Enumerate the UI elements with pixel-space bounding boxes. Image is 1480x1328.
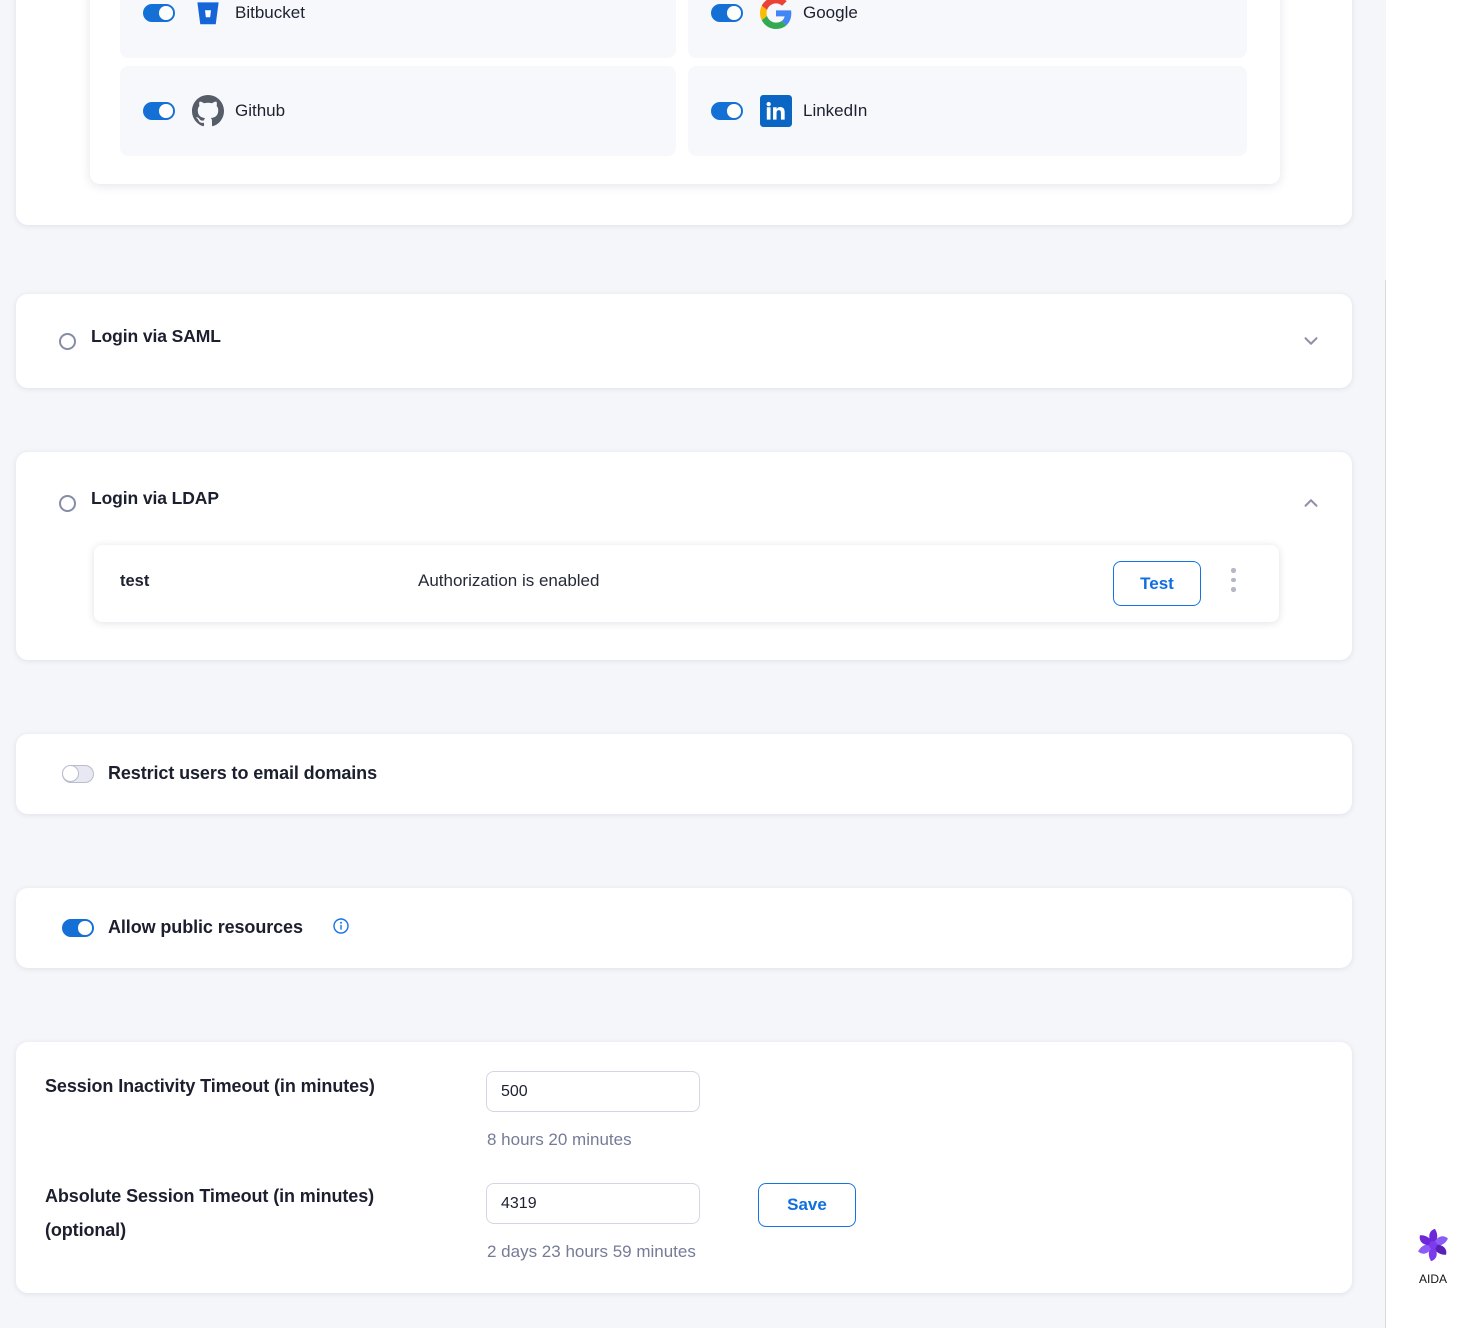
- aida-widget[interactable]: AIDA: [1408, 1226, 1458, 1286]
- info-icon[interactable]: [333, 918, 349, 934]
- chevron-down-icon[interactable]: [1300, 330, 1322, 352]
- provider-label: Github: [235, 101, 285, 121]
- settings-panel: Bitbucket Google: [0, 0, 1386, 1328]
- provider-label: Google: [803, 3, 858, 23]
- absolute-timeout-input[interactable]: [486, 1183, 700, 1224]
- google-toggle[interactable]: [711, 4, 743, 22]
- aida-label: AIDA: [1408, 1272, 1458, 1286]
- aida-flower-icon: [1414, 1226, 1452, 1264]
- restrict-domains-label: Restrict users to email domains: [108, 763, 377, 784]
- test-button[interactable]: Test: [1113, 561, 1201, 606]
- toggle-knob: [159, 104, 173, 118]
- bitbucket-toggle[interactable]: [143, 4, 175, 22]
- google-icon: [759, 0, 793, 30]
- restrict-domains-section: Restrict users to email domains: [16, 734, 1352, 814]
- right-gutter: AIDA: [1386, 0, 1480, 1328]
- inactivity-timeout-input[interactable]: [486, 1071, 700, 1112]
- toggle-knob: [62, 765, 79, 782]
- absolute-timeout-label: Absolute Session Timeout (in minutes) (o…: [45, 1179, 374, 1247]
- ldap-config-status: Authorization is enabled: [418, 571, 599, 591]
- provider-tile-linkedin: LinkedIn: [688, 66, 1247, 156]
- provider-label: LinkedIn: [803, 101, 867, 121]
- toggle-knob: [727, 6, 741, 20]
- save-button[interactable]: Save: [758, 1183, 856, 1227]
- saml-title: Login via SAML: [91, 326, 221, 347]
- ldap-config-name: test: [120, 572, 149, 591]
- saml-section[interactable]: Login via SAML: [16, 294, 1352, 388]
- session-settings-section: Session Inactivity Timeout (in minutes) …: [16, 1042, 1352, 1293]
- github-toggle[interactable]: [143, 102, 175, 120]
- provider-tile-bitbucket: Bitbucket: [120, 0, 676, 58]
- social-login-card: Bitbucket Google: [16, 0, 1352, 225]
- public-resources-section: Allow public resources: [16, 888, 1352, 968]
- toggle-knob: [159, 6, 173, 20]
- inactivity-timeout-helper: 8 hours 20 minutes: [487, 1130, 632, 1150]
- linkedin-toggle[interactable]: [711, 102, 743, 120]
- bitbucket-icon: [191, 0, 225, 30]
- toggle-knob: [78, 921, 92, 935]
- linkedin-icon: [759, 94, 793, 128]
- provider-tile-google: Google: [688, 0, 1247, 58]
- ldap-title: Login via LDAP: [91, 488, 219, 509]
- public-resources-label: Allow public resources: [108, 917, 303, 938]
- inactivity-timeout-label: Session Inactivity Timeout (in minutes): [45, 1069, 375, 1103]
- providers-group: Bitbucket Google: [90, 0, 1280, 184]
- provider-tile-github: Github: [120, 66, 676, 156]
- ldap-section: Login via LDAP test Authorization is ena…: [16, 452, 1352, 660]
- toggle-knob: [727, 104, 741, 118]
- absolute-timeout-helper: 2 days 23 hours 59 minutes: [487, 1242, 696, 1262]
- provider-label: Bitbucket: [235, 3, 305, 23]
- saml-radio[interactable]: [59, 333, 76, 350]
- github-icon: [191, 94, 225, 128]
- chevron-up-icon[interactable]: [1300, 492, 1322, 514]
- ldap-radio[interactable]: [59, 495, 76, 512]
- public-resources-toggle[interactable]: [62, 919, 94, 937]
- restrict-domains-toggle[interactable]: [62, 765, 94, 783]
- kebab-menu-icon[interactable]: [1231, 568, 1237, 597]
- ldap-config-row: test Authorization is enabled Test: [94, 545, 1279, 622]
